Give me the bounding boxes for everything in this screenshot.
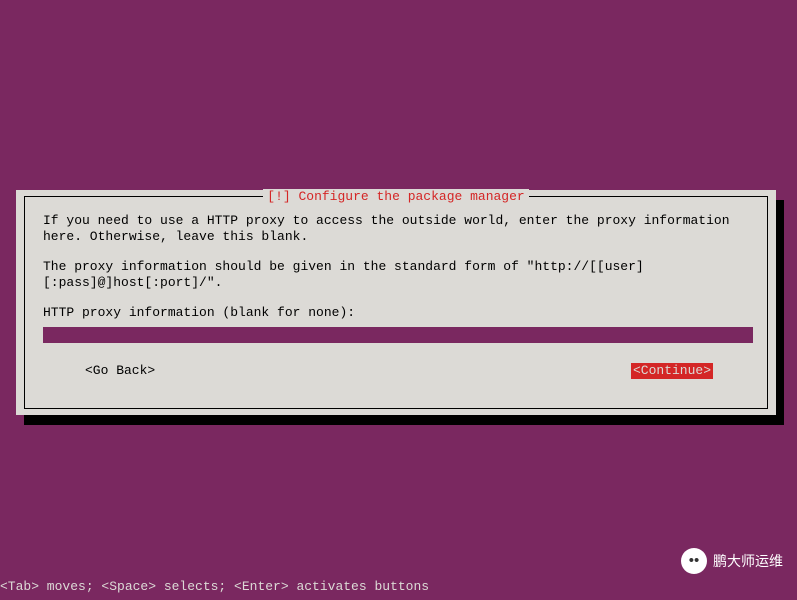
continue-button[interactable]: <Continue> — [631, 363, 713, 379]
watermark-icon: •• — [681, 548, 707, 574]
proxy-prompt-label: HTTP proxy information (blank for none): — [43, 305, 749, 321]
configure-package-manager-dialog: [!] Configure the package manager If you… — [16, 190, 776, 415]
instruction-text-2: The proxy information should be given in… — [43, 259, 749, 291]
proxy-input[interactable] — [43, 327, 753, 343]
dialog-title: [!] Configure the package manager — [263, 189, 528, 204]
go-back-button[interactable]: <Go Back> — [85, 363, 155, 379]
watermark: •• 鹏大师运维 — [681, 548, 783, 574]
dialog-border: [!] Configure the package manager If you… — [24, 196, 768, 409]
instruction-text-1: If you need to use a HTTP proxy to acces… — [43, 213, 749, 245]
watermark-text: 鹏大师运维 — [713, 551, 783, 571]
keyboard-hints: <Tab> moves; <Space> selects; <Enter> ac… — [0, 579, 429, 594]
